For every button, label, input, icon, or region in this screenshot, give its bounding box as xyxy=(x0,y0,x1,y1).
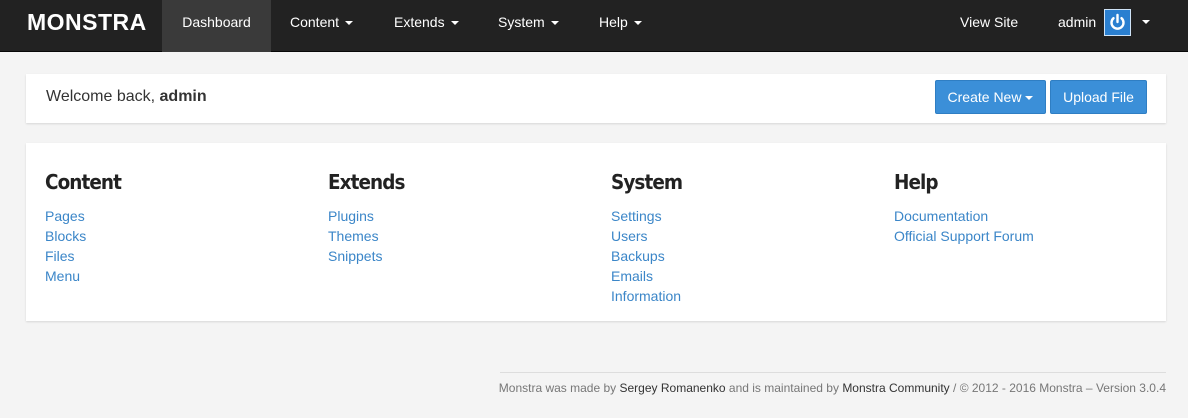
nav-dashboard[interactable]: Dashboard xyxy=(162,0,271,52)
section-help: Help Documentation Official Support Foru… xyxy=(894,170,1034,246)
link-files[interactable]: Files xyxy=(45,246,128,266)
nav-content-label: Content xyxy=(290,14,340,30)
power-icon[interactable] xyxy=(1104,9,1131,36)
link-emails[interactable]: Emails xyxy=(611,266,688,286)
section-title: Extends xyxy=(328,170,405,194)
view-site-label: View Site xyxy=(960,14,1019,30)
brand-logo[interactable]: MONSTRA xyxy=(27,9,147,36)
chevron-down-icon xyxy=(450,21,459,26)
welcome-prefix: Welcome back, xyxy=(46,88,160,105)
create-new-button[interactable]: Create New xyxy=(935,80,1046,114)
welcome-username: admin xyxy=(159,88,207,105)
username-label: admin xyxy=(1058,14,1097,30)
section-extends: Extends Plugins Themes Snippets xyxy=(328,170,411,266)
link-users[interactable]: Users xyxy=(611,226,688,246)
footer-copyright: / © 2012 - 2016 Monstra – Version 3.0.4 xyxy=(949,381,1166,395)
link-information[interactable]: Information xyxy=(611,286,688,306)
section-content: Content Pages Blocks Files Menu xyxy=(45,170,128,286)
footer-community-link[interactable]: Monstra Community xyxy=(842,381,949,395)
nav-system-label: System xyxy=(498,14,545,30)
nav-system-dropdown[interactable]: System xyxy=(498,0,559,52)
upload-file-button[interactable]: Upload File xyxy=(1050,80,1147,114)
nav-content-dropdown[interactable]: Content xyxy=(290,0,354,52)
section-title: System xyxy=(611,170,683,194)
upload-file-label: Upload File xyxy=(1063,89,1134,105)
top-navbar: MONSTRA Dashboard Content Extends System… xyxy=(0,0,1188,52)
chevron-down-icon xyxy=(550,21,559,26)
welcome-message: Welcome back, admin xyxy=(46,88,207,106)
section-system: System Settings Users Backups Emails Inf… xyxy=(611,170,688,306)
link-themes[interactable]: Themes xyxy=(328,226,411,246)
section-title: Help xyxy=(894,170,939,194)
create-new-label: Create New xyxy=(947,89,1022,105)
chevron-down-icon[interactable] xyxy=(1142,20,1150,24)
nav-dashboard-label: Dashboard xyxy=(182,14,251,30)
link-settings[interactable]: Settings xyxy=(611,206,688,226)
nav-extends-dropdown[interactable]: Extends xyxy=(394,0,459,52)
nav-help-label: Help xyxy=(599,14,628,30)
footer-text: Monstra was made by Sergey Romanenko and… xyxy=(499,381,1166,395)
link-documentation[interactable]: Documentation xyxy=(894,206,1034,226)
footer-divider xyxy=(500,372,1166,373)
chevron-down-icon xyxy=(633,21,642,26)
view-site-link[interactable]: View Site xyxy=(960,0,1018,52)
chevron-down-icon xyxy=(345,21,354,26)
nav-help-dropdown[interactable]: Help xyxy=(599,0,642,52)
link-snippets[interactable]: Snippets xyxy=(328,246,411,266)
link-plugins[interactable]: Plugins xyxy=(328,206,411,226)
footer-author-link[interactable]: Sergey Romanenko xyxy=(620,381,726,395)
footer-made-by: Monstra was made by xyxy=(498,381,620,395)
user-menu-label[interactable]: admin xyxy=(1058,0,1096,52)
link-pages[interactable]: Pages xyxy=(45,206,128,226)
footer-maintained: and is maintained by xyxy=(725,381,843,395)
link-backups[interactable]: Backups xyxy=(611,246,688,266)
link-blocks[interactable]: Blocks xyxy=(45,226,128,246)
link-menu[interactable]: Menu xyxy=(45,266,128,286)
link-support-forum[interactable]: Official Support Forum xyxy=(894,226,1034,246)
chevron-down-icon xyxy=(1025,96,1034,101)
section-title: Content xyxy=(45,170,122,194)
nav-extends-label: Extends xyxy=(394,14,445,30)
